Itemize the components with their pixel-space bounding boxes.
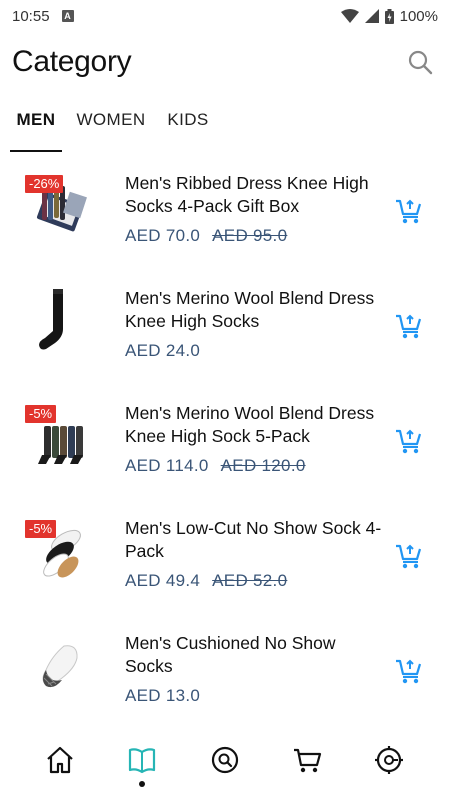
discount-badge: -5% [25,520,57,538]
product-item[interactable]: -5% Men's Low-Cut No Show Sock 4-Pack AE… [0,505,450,620]
active-tab-indicator [10,150,62,152]
product-item[interactable]: -26% Men's Ribbed Dress Knee High Socks … [0,160,450,275]
nav-home[interactable] [44,744,76,776]
nav-settings[interactable] [373,744,405,776]
product-item[interactable]: Men's Merino Wool Blend Dress Knee High … [0,275,450,390]
product-list: -26% Men's Ribbed Dress Knee High Socks … [0,160,450,730]
product-price: AED 13.0 [125,686,201,705]
search-button[interactable] [404,46,436,78]
status-bar: 10:55 A 100% [0,0,450,32]
notification-icon: A [61,10,74,22]
add-to-cart-icon[interactable] [395,198,423,224]
product-item[interactable]: Men's Cushioned No Show Socks AED 13.0 [0,620,450,735]
product-name: Men's Merino Wool Blend Dress Knee High … [125,288,375,331]
settings-icon [375,746,403,774]
book-icon [128,748,156,774]
battery-percent: 100% [399,7,438,25]
tab-kids[interactable]: KIDS [166,98,210,142]
product-item[interactable]: -5% Men's Merino Wool Blend Dress Knee H… [0,390,450,505]
product-old-price: AED 52.0 [212,571,288,590]
tab-men[interactable]: MEN [10,98,62,142]
discount-badge: -26% [25,175,64,193]
product-price: AED 70.0 [125,226,201,245]
search-icon [408,50,433,75]
cart-icon [294,748,322,773]
add-to-cart-icon[interactable] [395,658,423,684]
nav-cart[interactable] [291,744,323,776]
wifi-icon [340,9,359,23]
search-circle-icon [211,746,239,774]
category-tabs: MEN WOMEN KIDS [0,98,450,152]
battery-icon [384,8,394,24]
price-row: AED 114.0 AED 120.0 [125,456,306,476]
discount-badge: -5% [25,405,57,423]
app-header: Category [0,38,450,86]
nav-search[interactable] [209,744,241,776]
product-name: Men's Merino Wool Blend Dress Knee High … [125,403,375,446]
product-name: Men's Ribbed Dress Knee High Socks 4-Pac… [125,173,369,216]
product-image [42,645,78,688]
nav-category[interactable] [126,744,158,776]
add-to-cart-icon[interactable] [395,313,423,339]
product-price: AED 114.0 [125,456,209,475]
price-row: AED 13.0 [125,686,200,706]
add-to-cart-icon[interactable] [395,428,423,454]
add-to-cart-icon[interactable] [395,543,423,569]
product-old-price: AED 120.0 [220,456,306,475]
price-row: AED 70.0 AED 95.0 [125,226,287,246]
price-row: AED 49.4 AED 52.0 [125,571,287,591]
bottom-navigation [0,740,450,790]
product-name: Men's Cushioned No Show Socks [125,633,336,676]
product-old-price: AED 95.0 [212,226,288,245]
product-price: AED 24.0 [125,341,201,360]
tab-women[interactable]: WOMEN [74,98,148,142]
signal-icon [364,9,379,23]
product-image [39,289,63,350]
status-time: 10:55 [12,7,50,25]
home-icon [47,746,73,774]
price-row: AED 24.0 [125,341,200,361]
product-price: AED 49.4 [125,571,201,590]
active-nav-indicator [139,781,145,787]
product-name: Men's Low-Cut No Show Sock 4-Pack [125,518,382,561]
page-title: Category [12,45,132,78]
